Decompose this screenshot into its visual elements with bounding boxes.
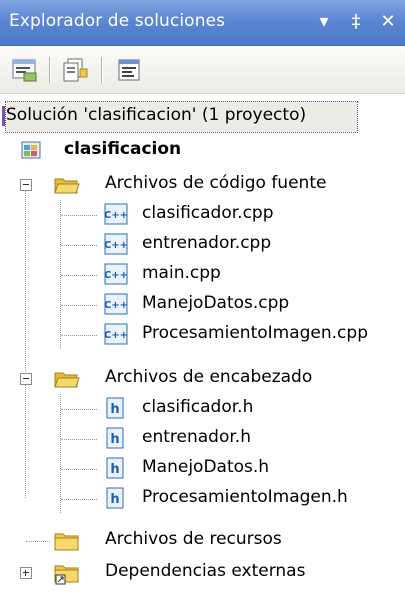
file-label: ManejoDatos.h bbox=[142, 457, 270, 477]
toolbar-separator bbox=[49, 57, 51, 83]
svg-text:h: h bbox=[110, 432, 119, 447]
close-icon[interactable]: ✕ bbox=[377, 8, 399, 34]
explorer-toolbar bbox=[0, 46, 405, 94]
view-code-icon[interactable] bbox=[114, 55, 144, 85]
svg-text:C++: C++ bbox=[104, 330, 128, 341]
header-file-icon: h bbox=[104, 427, 126, 454]
svg-text:C++: C++ bbox=[104, 240, 128, 251]
collapse-icon[interactable] bbox=[20, 373, 32, 385]
tree-item-source-folder[interactable]: Archivos de código fuente bbox=[0, 170, 405, 200]
solution-label: Solución 'clasificacion' (1 proyecto) bbox=[6, 105, 307, 125]
cpp-file-icon: C++ bbox=[104, 203, 128, 230]
header-folder-label: Archivos de encabezado bbox=[105, 367, 313, 387]
svg-text:C++: C++ bbox=[104, 300, 128, 311]
file-label: ProcesamientoImagen.cpp bbox=[142, 323, 368, 343]
tree-item-header-folder[interactable]: Archivos de encabezado bbox=[0, 364, 405, 394]
file-label: clasificador.h bbox=[142, 397, 254, 417]
file-label: main.cpp bbox=[142, 263, 221, 283]
tree-item-file[interactable]: h entrenador.h bbox=[0, 424, 405, 454]
solution-icon bbox=[2, 106, 5, 126]
header-file-icon: h bbox=[104, 457, 126, 484]
tree-connector bbox=[26, 541, 50, 542]
tree-item-file[interactable]: C++ entrenador.cpp bbox=[0, 230, 405, 260]
tree-connector bbox=[61, 305, 97, 306]
properties-icon[interactable] bbox=[10, 55, 40, 85]
external-folder-label: Dependencias externas bbox=[105, 561, 306, 581]
auto-hide-pin-icon[interactable]: ‡ bbox=[345, 8, 367, 34]
file-label: ProcesamientoImagen.h bbox=[142, 487, 348, 507]
file-label: ManejoDatos.cpp bbox=[142, 293, 290, 313]
folder-open-icon bbox=[54, 369, 80, 394]
folder-icon bbox=[54, 531, 80, 556]
tree-item-file[interactable]: h ProcesamientoImagen.h bbox=[0, 484, 405, 514]
svg-text:h: h bbox=[110, 462, 119, 477]
tree-connector bbox=[61, 409, 97, 410]
tree-connector bbox=[61, 215, 97, 216]
tree-item-file[interactable]: h ManejoDatos.h bbox=[0, 454, 405, 484]
tree-item-file[interactable]: C++ ProcesamientoImagen.cpp bbox=[0, 320, 405, 350]
cpp-project-icon bbox=[20, 139, 44, 168]
cpp-file-icon: C++ bbox=[104, 263, 128, 290]
tree-item-project[interactable]: clasificacion bbox=[0, 136, 405, 166]
tree-item-file[interactable]: h clasificador.h bbox=[0, 394, 405, 424]
tree-item-solution[interactable]: Solución 'clasificacion' (1 proyecto) bbox=[2, 101, 358, 133]
window-position-dropdown-icon[interactable]: ▾ bbox=[313, 8, 335, 34]
expand-icon[interactable] bbox=[20, 567, 32, 579]
svg-text:h: h bbox=[110, 492, 119, 507]
tree-connector bbox=[61, 499, 97, 500]
solution-tree: Solución 'clasificacion' (1 proyecto) cl… bbox=[0, 100, 405, 600]
collapse-icon[interactable] bbox=[20, 179, 32, 191]
svg-text:C++: C++ bbox=[104, 210, 128, 221]
tree-item-file[interactable]: C++ clasificador.cpp bbox=[0, 200, 405, 230]
file-label: entrenador.cpp bbox=[142, 233, 272, 253]
source-folder-label: Archivos de código fuente bbox=[105, 173, 327, 193]
tree-connector bbox=[61, 469, 97, 470]
svg-text:C++: C++ bbox=[104, 270, 128, 281]
external-folder-icon bbox=[54, 563, 80, 590]
title-bar: Explorador de soluciones ▾ ‡ ✕ bbox=[0, 0, 405, 46]
file-label: entrenador.h bbox=[142, 427, 251, 447]
folder-open-icon bbox=[54, 175, 80, 200]
tree-connector bbox=[61, 275, 97, 276]
tree-item-file[interactable]: C++ ManejoDatos.cpp bbox=[0, 290, 405, 320]
toolbar-separator bbox=[101, 57, 103, 83]
file-label: clasificador.cpp bbox=[142, 203, 274, 223]
resource-folder-label: Archivos de recursos bbox=[105, 529, 282, 549]
header-file-icon: h bbox=[104, 397, 126, 424]
svg-text:h: h bbox=[110, 402, 119, 417]
cpp-file-icon: C++ bbox=[104, 323, 128, 350]
show-all-files-icon[interactable] bbox=[60, 55, 90, 85]
cpp-file-icon: C++ bbox=[104, 233, 128, 260]
tree-item-file[interactable]: C++ main.cpp bbox=[0, 260, 405, 290]
tree-item-resource-folder[interactable]: Archivos de recursos bbox=[0, 526, 405, 556]
cpp-file-icon: C++ bbox=[104, 293, 128, 320]
tree-connector bbox=[61, 335, 97, 336]
project-label: clasificacion bbox=[64, 139, 182, 159]
tree-connector bbox=[61, 439, 97, 440]
window-title: Explorador de soluciones bbox=[9, 11, 226, 31]
tree-item-external-dependencies[interactable]: Dependencias externas bbox=[0, 558, 405, 588]
header-file-icon: h bbox=[104, 487, 126, 514]
tree-connector bbox=[61, 245, 97, 246]
title-bar-buttons: ▾ ‡ ✕ bbox=[313, 8, 399, 34]
